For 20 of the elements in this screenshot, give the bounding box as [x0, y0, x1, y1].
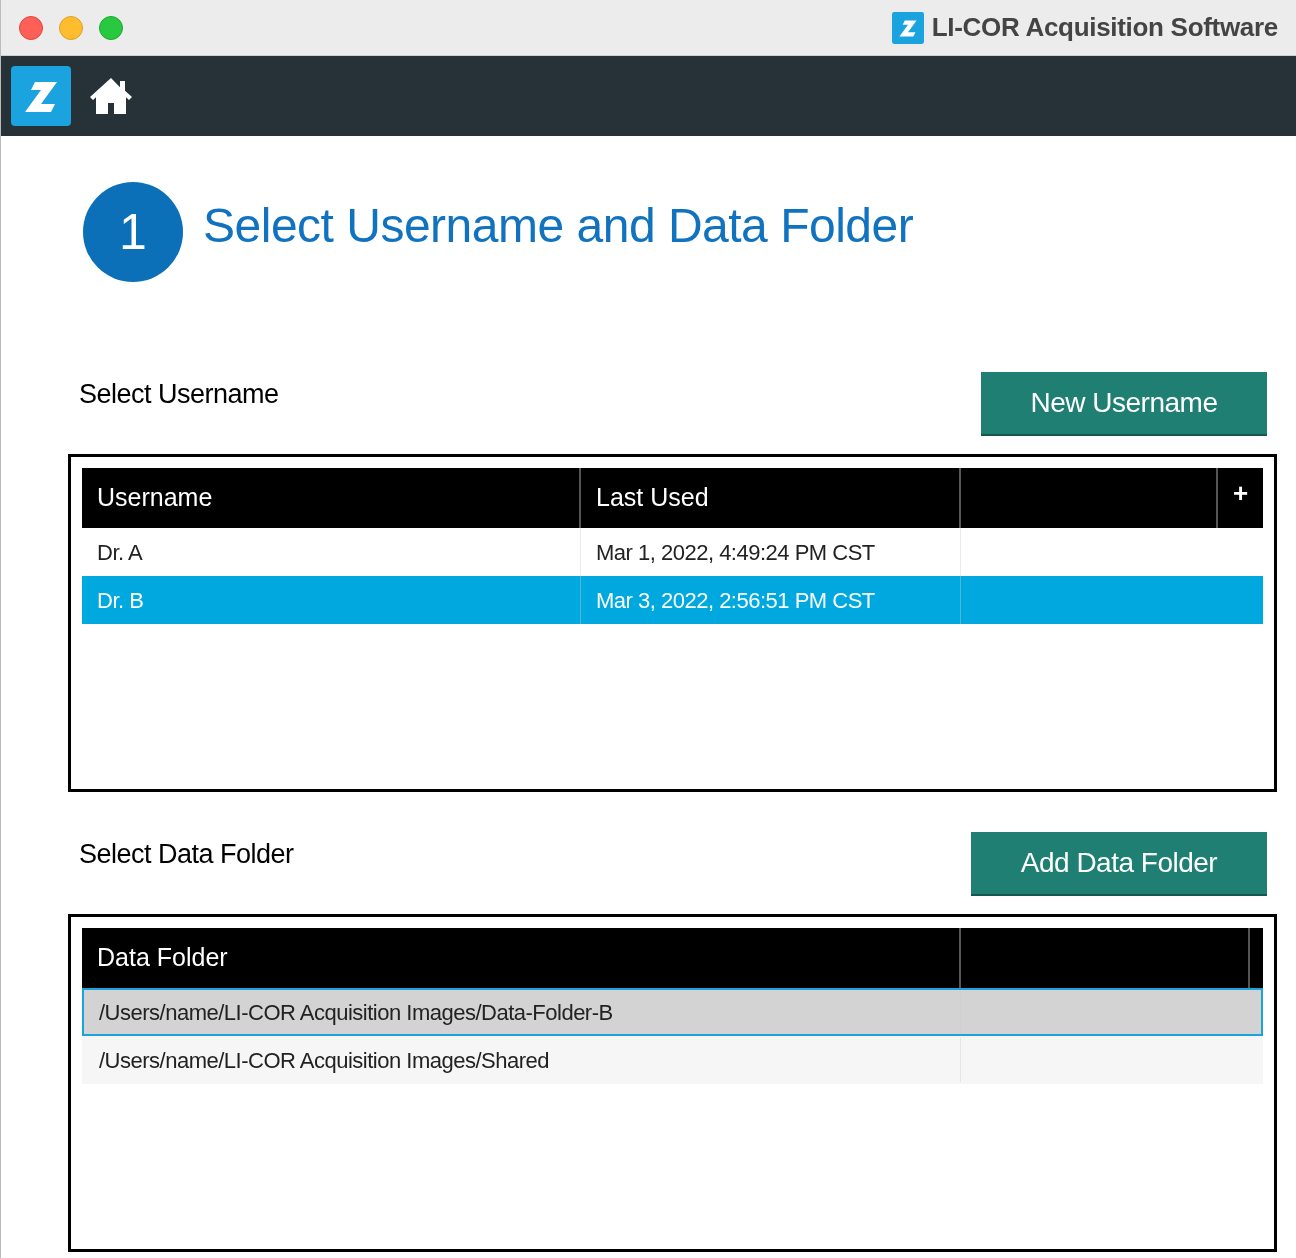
table-cell: /Users/name/LI-COR Acquisition Images/Shared [84, 1038, 961, 1082]
app-logo-icon [11, 66, 71, 126]
step-number-badge: 1 [83, 182, 183, 282]
close-window-button[interactable] [19, 15, 43, 40]
section-label: Select Username [79, 378, 279, 411]
table-row[interactable]: /Users/name/LI-COR Acquisition Images/Shared [82, 1036, 1263, 1084]
table-cell: Mar 3, 2022, 2:56:51 PM CST [581, 576, 961, 624]
home-icon[interactable] [89, 76, 133, 116]
add-data-folder-button[interactable]: Add Data Folder [971, 832, 1267, 896]
new-username-button[interactable]: New Username [981, 372, 1267, 436]
minimize-window-button[interactable] [59, 15, 83, 40]
table-cell: Dr. B [82, 576, 581, 624]
page-heading: Select Username and Data Folder [203, 198, 914, 254]
table-row[interactable]: /Users/name/LI-COR Acquisition Images/Data-Folder-B [82, 988, 1263, 1036]
add-column-button[interactable]: + [1218, 468, 1263, 506]
section-label: Select Data Folder [79, 838, 294, 871]
window-title: LI-COR Acquisition Software [931, 11, 1278, 44]
table-cell: /Users/name/LI-COR Acquisition Images/Data-Folder-B [84, 990, 961, 1034]
app-logo-icon [891, 11, 924, 44]
maximize-window-button[interactable] [99, 15, 123, 40]
